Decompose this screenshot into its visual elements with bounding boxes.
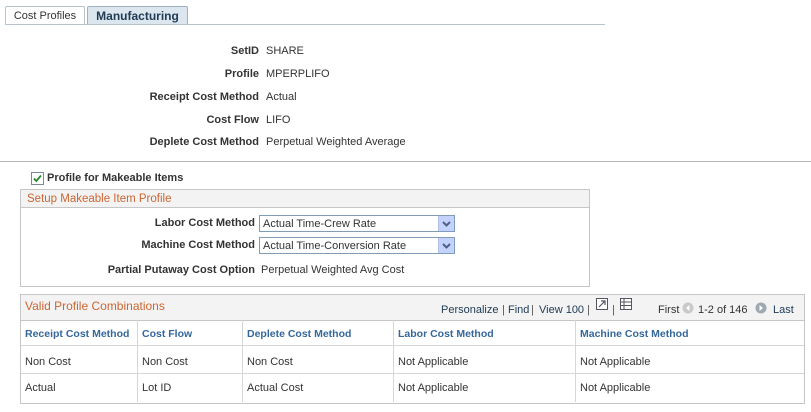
tab-cost-profiles-label: Cost Profiles	[13, 10, 77, 22]
receipt-cost-method-value: Actual	[266, 91, 297, 103]
tab-manufacturing-label: Manufacturing	[96, 9, 179, 23]
grid-header: Valid Profile Combinations Personalize |…	[21, 295, 804, 321]
labor-cost-method-label: Labor Cost Method	[154, 217, 255, 229]
receipt-cost-method-label: Receipt Cost Method	[149, 91, 259, 103]
next-arrow-icon[interactable]	[755, 302, 767, 314]
deplete-cost-method-value: Perpetual Weighted Average	[266, 136, 406, 148]
makeable-checkbox-label: Profile for Makeable Items	[47, 172, 184, 184]
machine-cost-method-label: Machine Cost Method	[141, 239, 255, 251]
row2-labor-cost-method: Not Applicable	[398, 382, 469, 394]
dropdown-arrow-icon[interactable]	[438, 216, 454, 231]
row1-cost-flow: Non Cost	[142, 356, 188, 368]
previous-arrow-icon[interactable]	[682, 302, 694, 314]
row1-deplete-cost-method: Non Cost	[247, 356, 293, 368]
deplete-cost-method-label: Deplete Cost Method	[149, 136, 259, 148]
profile-value: MPERPLIFO	[266, 68, 330, 80]
cost-flow-label: Cost Flow	[206, 114, 259, 126]
col-labor-cost-method[interactable]: Labor Cost Method	[398, 328, 494, 340]
setid-value: SHARE	[266, 45, 304, 57]
col-receipt-cost-method[interactable]: Receipt Cost Method	[25, 328, 129, 340]
cost-flow-value: LIFO	[266, 114, 291, 126]
grid-title: Valid Profile Combinations	[25, 299, 165, 313]
view-100-link[interactable]: View 100	[539, 304, 584, 316]
valid-profile-grid: Valid Profile Combinations Personalize |…	[20, 294, 805, 404]
row-range: 1-2 of 146	[698, 304, 748, 316]
partial-putaway-value: Perpetual Weighted Avg Cost	[261, 264, 405, 276]
group-title: Setup Makeable Item Profile	[21, 190, 589, 208]
personalize-link[interactable]: Personalize	[441, 304, 498, 316]
section-divider	[0, 161, 811, 162]
setid-label: SetID	[230, 45, 259, 57]
setup-makeable-group: Setup Makeable Item Profile Labor Cost M…	[20, 189, 590, 287]
col-machine-cost-method[interactable]: Machine Cost Method	[580, 328, 689, 340]
first-label: First	[658, 304, 680, 316]
row1-machine-cost-method: Not Applicable	[580, 356, 651, 368]
col-cost-flow[interactable]: Cost Flow	[142, 328, 192, 340]
row2-deplete-cost-method: Actual Cost	[247, 382, 304, 394]
labor-cost-method-value: Actual Time-Crew Rate	[263, 218, 377, 230]
row2-cost-flow: Lot ID	[142, 382, 172, 394]
dropdown-arrow-icon[interactable]	[438, 238, 454, 253]
col-deplete-cost-method[interactable]: Deplete Cost Method	[247, 328, 351, 340]
row2-machine-cost-method: Not Applicable	[580, 382, 651, 394]
labor-cost-method-select[interactable]: Actual Time-Crew Rate	[259, 215, 455, 232]
zoom-grid-icon[interactable]	[596, 298, 608, 310]
row1-receipt-cost-method: Non Cost	[25, 356, 71, 368]
machine-cost-method-value: Actual Time-Conversion Rate	[263, 240, 407, 252]
row1-labor-cost-method: Not Applicable	[398, 356, 469, 368]
machine-cost-method-select[interactable]: Actual Time-Conversion Rate	[259, 237, 455, 254]
tab-underline	[5, 24, 605, 25]
tab-cost-profiles[interactable]: Cost Profiles	[5, 6, 85, 25]
find-link[interactable]: Find	[508, 304, 529, 316]
partial-putaway-label: Partial Putaway Cost Option	[107, 264, 255, 276]
check-icon	[33, 174, 42, 183]
row2-receipt-cost-method: Actual	[25, 382, 56, 394]
tab-manufacturing[interactable]: Manufacturing	[87, 6, 188, 25]
makeable-checkbox[interactable]	[31, 172, 44, 185]
download-spreadsheet-icon[interactable]	[620, 298, 632, 310]
profile-label: Profile	[224, 68, 259, 80]
last-link[interactable]: Last	[773, 304, 794, 316]
